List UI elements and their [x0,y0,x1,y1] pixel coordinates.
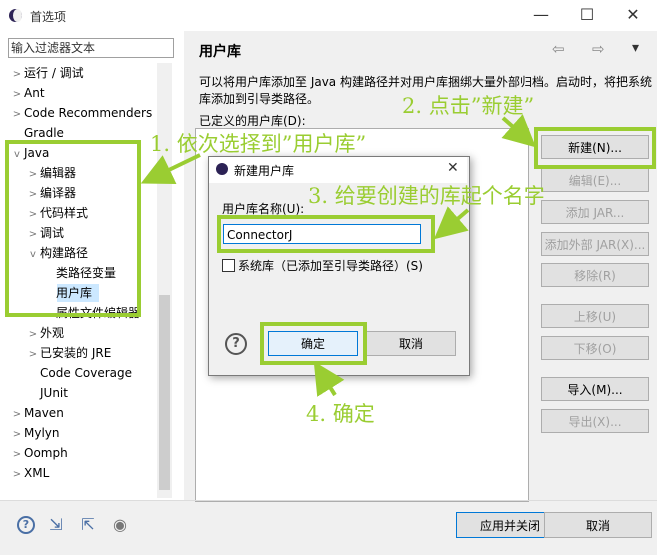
step2-arrow [501,114,536,148]
annotation-arrows [140,114,536,397]
step3-arrow [433,206,470,240]
step4-arrow [313,361,345,397]
step1-arrow [140,153,201,185]
step3-annotation: 3. 给要创建的库起个名字 [308,184,545,208]
step1-annotation: 1. 依次选择到”用户库” [150,132,367,156]
step4-annotation: 4. 确定 [306,402,375,426]
step2-annotation: 2. 点击”新建” [402,94,535,118]
